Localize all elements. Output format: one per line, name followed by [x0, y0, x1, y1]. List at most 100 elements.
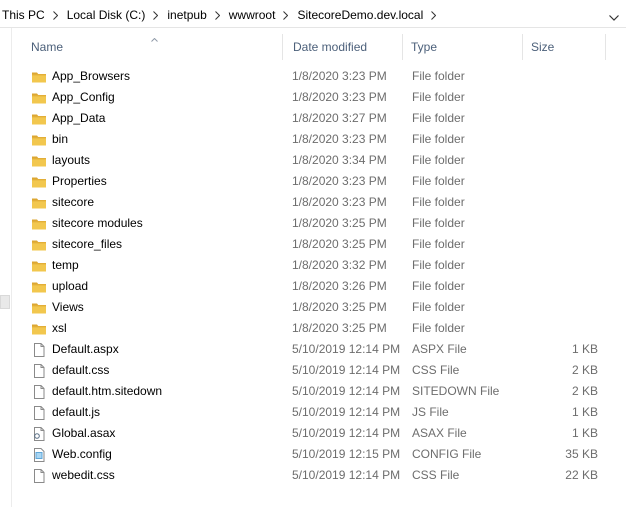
item-size: 2 KB — [571, 384, 598, 398]
file-row[interactable]: webedit.css 5/10/2019 12:14 PM CSS File 22 … — [20, 465, 606, 486]
folder-icon — [31, 237, 47, 253]
folder-row[interactable]: App_Data 1/8/2020 3:27 PM File folder — [20, 108, 606, 129]
item-name: default.htm.sitedown — [52, 384, 163, 398]
folder-icon — [31, 69, 47, 85]
item-name: sitecore_files — [52, 237, 123, 251]
folder-icon — [31, 111, 47, 127]
item-type: File folder — [412, 300, 465, 314]
file-row[interactable]: default.css 5/10/2019 12:14 PM CSS File 2 K… — [20, 360, 606, 381]
folder-icon — [31, 258, 47, 274]
address-bar[interactable]: This PC Local Disk (C:) inetpub wwwroot … — [0, 4, 626, 28]
item-type: File folder — [412, 69, 465, 83]
config-file-icon — [31, 447, 47, 463]
file-row[interactable]: default.htm.sitedown 5/10/2019 12:14 PM SI… — [20, 381, 606, 402]
chevron-right-icon[interactable] — [52, 10, 59, 20]
item-date-modified: 1/8/2020 3:23 PM — [292, 90, 387, 104]
folder-row[interactable]: sitecore modules 1/8/2020 3:25 PM File fol… — [20, 213, 606, 234]
breadcrumb-item-sitecoredemo[interactable]: SitecoreDemo.dev.local — [297, 8, 423, 22]
item-size: 35 KB — [565, 447, 598, 461]
item-type: CSS File — [412, 468, 460, 482]
item-date-modified: 5/10/2019 12:14 PM — [292, 405, 401, 419]
item-name: App_Browsers — [52, 69, 131, 83]
item-type: ASPX File — [412, 342, 467, 356]
item-type: File folder — [412, 321, 465, 335]
item-type: File folder — [412, 279, 465, 293]
item-name: default.css — [52, 363, 110, 377]
column-header-date[interactable]: Date modified — [282, 34, 402, 60]
column-header-name[interactable]: Name — [20, 34, 282, 60]
item-name: Properties — [52, 174, 107, 188]
item-name: layouts — [52, 153, 91, 167]
item-date-modified: 5/10/2019 12:14 PM — [292, 384, 401, 398]
item-name: Views — [52, 300, 84, 314]
item-name: webedit.css — [52, 468, 115, 482]
item-name: sitecore modules — [52, 216, 143, 230]
folder-icon — [31, 90, 47, 106]
folder-icon — [31, 195, 47, 211]
file-icon — [31, 363, 47, 379]
file-icon — [31, 468, 47, 484]
item-date-modified: 1/8/2020 3:23 PM — [292, 195, 387, 209]
chevron-right-icon[interactable] — [214, 10, 221, 20]
folder-row[interactable]: layouts 1/8/2020 3:34 PM File folder — [20, 150, 606, 171]
breadcrumb: This PC Local Disk (C:) inetpub wwwroot … — [2, 8, 445, 22]
item-date-modified: 1/8/2020 3:25 PM — [292, 321, 387, 335]
item-name: Default.aspx — [52, 342, 119, 356]
item-type: File folder — [412, 90, 465, 104]
folder-row[interactable]: App_Browsers 1/8/2020 3:23 PM File folder — [20, 66, 606, 87]
item-date-modified: 1/8/2020 3:26 PM — [292, 279, 387, 293]
column-header-name-label: Name — [31, 40, 64, 54]
item-type: File folder — [412, 132, 465, 146]
breadcrumb-item-this-pc[interactable]: This PC — [2, 8, 45, 22]
file-icon — [31, 384, 47, 400]
folder-row[interactable]: xsl 1/8/2020 3:25 PM File folder — [20, 318, 606, 339]
navigation-pane-edge — [0, 28, 12, 507]
item-date-modified: 1/8/2020 3:34 PM — [292, 153, 387, 167]
item-date-modified: 1/8/2020 3:25 PM — [292, 216, 387, 230]
item-date-modified: 1/8/2020 3:23 PM — [292, 132, 387, 146]
item-type: File folder — [412, 174, 465, 188]
file-icon — [31, 405, 47, 421]
folder-row[interactable]: Properties 1/8/2020 3:23 PM File folder — [20, 171, 606, 192]
item-name: Web.config — [52, 447, 112, 461]
chevron-right-icon[interactable] — [152, 10, 159, 20]
chevron-right-icon[interactable] — [282, 10, 289, 20]
column-header-size[interactable]: Size — [522, 34, 606, 60]
item-date-modified: 5/10/2019 12:14 PM — [292, 342, 401, 356]
folder-row[interactable]: upload 1/8/2020 3:26 PM File folder — [20, 276, 606, 297]
folder-row[interactable]: sitecore_files 1/8/2020 3:25 PM File folde… — [20, 234, 606, 255]
folder-icon — [31, 174, 47, 190]
breadcrumb-item-inetpub[interactable]: inetpub — [167, 8, 206, 22]
folder-icon — [31, 300, 47, 316]
item-type: File folder — [412, 195, 465, 209]
file-row[interactable]: Web.config 5/10/2019 12:15 PM CONFIG File 3… — [20, 444, 606, 465]
item-date-modified: 5/10/2019 12:14 PM — [292, 363, 401, 377]
breadcrumb-item-wwwroot[interactable]: wwwroot — [229, 8, 276, 22]
item-size: 22 KB — [565, 468, 598, 482]
folder-row[interactable]: temp 1/8/2020 3:32 PM File folder — [20, 255, 606, 276]
column-header-date-label: Date modified — [293, 40, 368, 54]
folder-row[interactable]: bin 1/8/2020 3:23 PM File folder — [20, 129, 606, 150]
item-name: temp — [52, 258, 79, 272]
folder-icon — [31, 132, 47, 148]
item-name: default.js — [52, 405, 101, 419]
file-row[interactable]: default.js 5/10/2019 12:14 PM JS File 1 KB — [20, 402, 606, 423]
item-date-modified: 1/8/2020 3:23 PM — [292, 69, 387, 83]
chevron-down-icon[interactable] — [609, 10, 619, 24]
file-row[interactable]: Global.asax 5/10/2019 12:14 PM ASAX File 1 … — [20, 423, 606, 444]
item-type: CONFIG File — [412, 447, 482, 461]
pane-splitter-handle[interactable] — [0, 295, 10, 309]
column-header-type[interactable]: Type — [402, 34, 522, 60]
breadcrumb-item-local-disk[interactable]: Local Disk (C:) — [67, 8, 146, 22]
folder-row[interactable]: sitecore 1/8/2020 3:23 PM File folder — [20, 192, 606, 213]
column-header-size-label: Size — [531, 40, 555, 54]
item-date-modified: 5/10/2019 12:15 PM — [292, 447, 401, 461]
chevron-right-icon[interactable] — [430, 10, 437, 20]
file-list: App_Browsers 1/8/2020 3:23 PM File folder A… — [20, 66, 606, 486]
column-header-type-label: Type — [411, 40, 438, 54]
item-name: bin — [52, 132, 69, 146]
folder-row[interactable]: App_Config 1/8/2020 3:23 PM File folder — [20, 87, 606, 108]
file-row[interactable]: Default.aspx 5/10/2019 12:14 PM ASPX File 1… — [20, 339, 606, 360]
item-name: xsl — [52, 321, 67, 335]
folder-row[interactable]: Views 1/8/2020 3:25 PM File folder — [20, 297, 606, 318]
